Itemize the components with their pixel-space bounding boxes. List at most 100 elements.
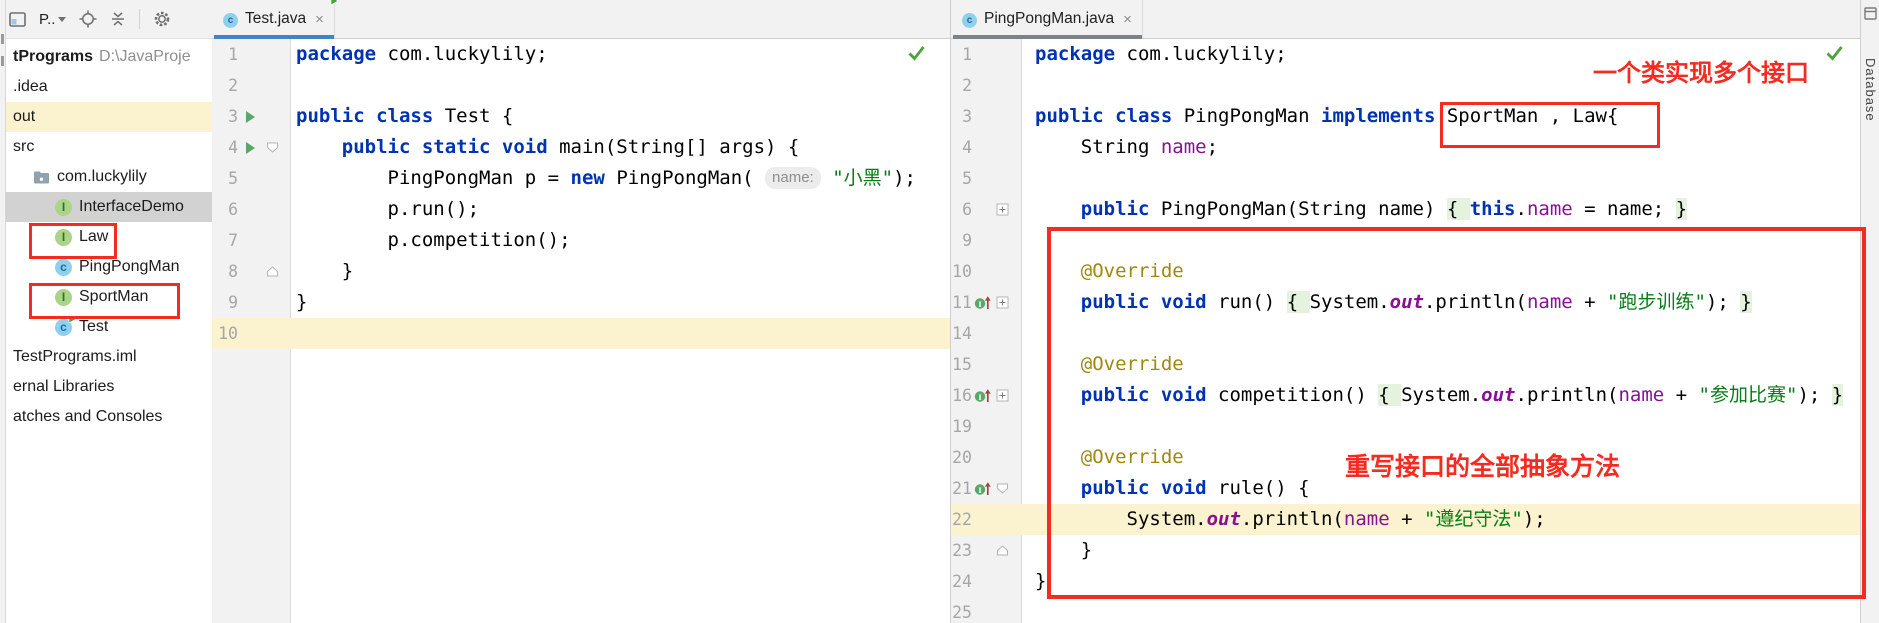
- gutter[interactable]: 9: [951, 225, 1021, 256]
- line-number[interactable]: 3: [212, 107, 238, 126]
- gutter[interactable]: 16 I: [951, 380, 1021, 411]
- code-text[interactable]: public class PingPongMan implements Spor…: [1035, 101, 1618, 132]
- line-number[interactable]: 5: [212, 169, 238, 188]
- gutter[interactable]: 25: [951, 597, 1021, 623]
- code-text[interactable]: p.competition();: [296, 225, 571, 256]
- implements-method-icon[interactable]: I: [972, 295, 993, 311]
- gutter[interactable]: 9: [212, 287, 290, 318]
- gutter[interactable]: 14: [951, 318, 1021, 349]
- tree-item-src[interactable]: src: [6, 132, 212, 162]
- line-number[interactable]: 22: [951, 510, 972, 529]
- line-number[interactable]: 15: [951, 355, 972, 374]
- fold-expand-icon[interactable]: [993, 296, 1012, 309]
- line-number[interactable]: 3: [951, 107, 972, 126]
- code-text[interactable]: PingPongMan p = new PingPongMan( name: "…: [296, 163, 916, 194]
- code-text[interactable]: public void rule() {: [1035, 473, 1310, 504]
- code-text[interactable]: package com.luckylily;: [1035, 39, 1287, 70]
- line-number[interactable]: 1: [951, 45, 972, 64]
- code-text[interactable]: }: [296, 287, 307, 318]
- tree-item-testprograms-iml[interactable]: TestPrograms.iml: [6, 342, 212, 372]
- fold-marker-icon[interactable]: [262, 141, 282, 154]
- line-number[interactable]: 14: [951, 324, 972, 343]
- line-number[interactable]: 10: [212, 324, 238, 343]
- fold-marker-icon[interactable]: [993, 482, 1012, 495]
- run-icon[interactable]: [238, 110, 262, 124]
- code-text[interactable]: public PingPongMan(String name) { this.n…: [1035, 194, 1688, 225]
- gutter[interactable]: 23: [951, 535, 1021, 566]
- locate-file-icon[interactable]: [79, 10, 97, 28]
- gutter[interactable]: 11 I: [951, 287, 1021, 318]
- settings-gear-icon[interactable]: [153, 10, 171, 28]
- line-number[interactable]: 25: [951, 603, 972, 622]
- tree-item-interfacedemo[interactable]: I InterfaceDemo: [6, 192, 212, 222]
- fold-marker-icon[interactable]: [262, 265, 282, 278]
- database-tool-button[interactable]: Database: [1863, 58, 1878, 122]
- gutter[interactable]: 19: [951, 411, 1021, 442]
- code-text[interactable]: public static void main(String[] args) {: [296, 132, 800, 163]
- tab-pingpongman-java[interactable]: c PingPongMan.java ×: [953, 0, 1143, 39]
- tree-item-sportman[interactable]: I SportMan: [6, 282, 212, 312]
- line-number[interactable]: 23: [951, 541, 972, 560]
- line-number[interactable]: 6: [951, 200, 972, 219]
- line-number[interactable]: 21: [951, 479, 972, 498]
- code-text[interactable]: @Override: [1035, 442, 1184, 473]
- line-number[interactable]: 1: [212, 45, 238, 64]
- gutter[interactable]: 21 I: [951, 473, 1021, 504]
- gutter[interactable]: 15: [951, 349, 1021, 380]
- code-text[interactable]: }: [1035, 535, 1092, 566]
- line-number[interactable]: 9: [951, 231, 972, 250]
- code-text[interactable]: @Override: [1035, 349, 1184, 380]
- code-text[interactable]: }: [296, 256, 353, 287]
- fold-expand-icon[interactable]: [993, 389, 1012, 402]
- line-number[interactable]: 9: [212, 293, 238, 312]
- tab-close-icon[interactable]: ×: [315, 11, 324, 28]
- tree-item-atches-and-consoles[interactable]: atches and Consoles: [6, 402, 212, 432]
- project-view-selector[interactable]: P..: [39, 11, 67, 28]
- gutter[interactable]: 7: [212, 225, 290, 256]
- implements-method-icon[interactable]: I: [972, 388, 993, 404]
- line-number[interactable]: 4: [951, 138, 972, 157]
- line-number[interactable]: 16: [951, 386, 972, 405]
- code-text[interactable]: public void run() { System.out.println(n…: [1035, 287, 1752, 318]
- implements-method-icon[interactable]: I: [972, 481, 993, 497]
- gutter[interactable]: 5: [951, 163, 1021, 194]
- code-text[interactable]: package com.luckylily;: [296, 39, 548, 70]
- code-text[interactable]: p.run();: [296, 194, 480, 225]
- gutter[interactable]: 4: [951, 132, 1021, 163]
- code-text[interactable]: public void competition() { System.out.p…: [1035, 380, 1844, 411]
- code-text[interactable]: }: [1035, 566, 1046, 597]
- line-number[interactable]: 4: [212, 138, 238, 157]
- code-text[interactable]: public class Test {: [296, 101, 513, 132]
- fold-expand-icon[interactable]: [993, 203, 1012, 216]
- line-number[interactable]: 6: [212, 200, 238, 219]
- gutter[interactable]: 4: [212, 132, 290, 163]
- tree-item-com-luckylily[interactable]: com.luckylily: [6, 162, 212, 192]
- code-text[interactable]: String name;: [1035, 132, 1218, 163]
- gutter[interactable]: 3: [212, 101, 290, 132]
- gutter[interactable]: 1: [951, 39, 1021, 70]
- project-window-icon[interactable]: [9, 11, 26, 28]
- gutter[interactable]: 22: [951, 504, 1021, 535]
- line-number[interactable]: 8: [212, 262, 238, 281]
- tree-item-out[interactable]: out: [6, 102, 212, 132]
- tab-test-java[interactable]: c Test.java ×: [214, 0, 338, 39]
- gutter[interactable]: 2: [951, 70, 1021, 101]
- gutter[interactable]: 6: [951, 194, 1021, 225]
- line-number[interactable]: 5: [951, 169, 972, 188]
- gutter[interactable]: 3: [951, 101, 1021, 132]
- collapse-all-icon[interactable]: [110, 11, 126, 27]
- gutter[interactable]: 20: [951, 442, 1021, 473]
- tool-window-icon[interactable]: [1864, 7, 1877, 20]
- line-number[interactable]: 2: [951, 76, 972, 95]
- tree-item--idea[interactable]: .idea: [6, 72, 212, 102]
- tree-item-test[interactable]: c Test: [6, 312, 212, 342]
- line-number[interactable]: 7: [212, 231, 238, 250]
- gutter[interactable]: 10: [212, 318, 290, 349]
- line-number[interactable]: 11: [951, 293, 972, 312]
- line-number[interactable]: 2: [212, 76, 238, 95]
- tree-item-law[interactable]: I Law: [6, 222, 212, 252]
- line-number[interactable]: 19: [951, 417, 972, 436]
- line-number[interactable]: 20: [951, 448, 972, 467]
- gutter[interactable]: 6: [212, 194, 290, 225]
- tree-item-ernal-libraries[interactable]: ernal Libraries: [6, 372, 212, 402]
